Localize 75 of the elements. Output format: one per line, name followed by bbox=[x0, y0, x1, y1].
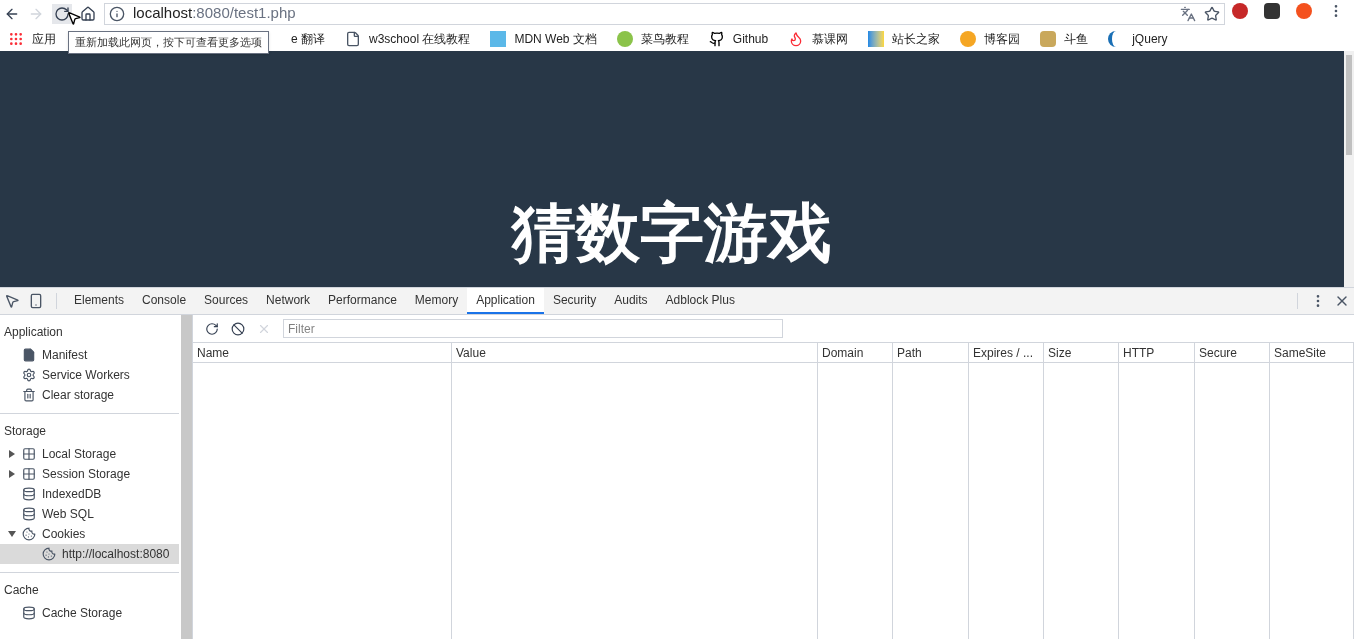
sidebar-item[interactable]: Service Workers bbox=[0, 365, 179, 385]
column-header[interactable]: HTTP bbox=[1119, 343, 1194, 363]
sidebar-item[interactable]: http://localhost:8080 bbox=[0, 544, 179, 564]
column-header[interactable]: Domain bbox=[818, 343, 892, 363]
sidebar-section-title: Storage bbox=[3, 423, 48, 440]
apps-grid-icon bbox=[8, 31, 24, 47]
bookmark-item[interactable]: 应用 bbox=[8, 30, 56, 48]
info-icon[interactable] bbox=[109, 5, 125, 22]
octocat-icon bbox=[708, 31, 725, 47]
page-icon bbox=[345, 31, 361, 47]
translate-icon[interactable] bbox=[1180, 5, 1196, 22]
sidebar-item[interactable]: Web SQL bbox=[0, 504, 179, 524]
collapsed-arrow-icon[interactable] bbox=[9, 470, 15, 478]
column-header[interactable]: Value bbox=[452, 343, 817, 363]
database-icon bbox=[22, 487, 36, 501]
sidebar-section-title: Cache bbox=[3, 582, 40, 599]
devtools-tab[interactable]: Network bbox=[257, 288, 320, 314]
trash-icon bbox=[22, 388, 36, 402]
bookmark-item[interactable]: jQuery bbox=[1108, 30, 1168, 48]
column-header[interactable]: Secure bbox=[1195, 343, 1269, 363]
page-heading: 猜数字游戏 bbox=[512, 201, 832, 265]
round-logo-icon bbox=[616, 31, 633, 47]
grid-icon bbox=[22, 447, 36, 461]
sidebar-item[interactable]: Cookies bbox=[0, 524, 179, 544]
sidebar-item[interactable]: Cache Storage bbox=[0, 603, 179, 623]
cookie-icon bbox=[42, 547, 56, 561]
devtools-tab[interactable]: Audits bbox=[605, 288, 657, 314]
devtools-tab[interactable]: Elements bbox=[65, 288, 134, 314]
filter-field[interactable]: Filter bbox=[283, 319, 783, 338]
clear-icon[interactable] bbox=[231, 321, 245, 336]
refresh-icon[interactable] bbox=[205, 321, 219, 336]
devtools-tab[interactable]: Memory bbox=[405, 288, 468, 314]
grid-icon bbox=[22, 467, 36, 481]
round-logo-icon bbox=[960, 31, 977, 47]
database-icon bbox=[22, 507, 36, 521]
bookmark-item[interactable]: 菜鸟教程 bbox=[616, 30, 689, 48]
bookmark-item[interactable]: e 翻译 bbox=[291, 30, 325, 48]
devtools-tab[interactable]: Sources bbox=[195, 288, 258, 314]
file-icon bbox=[22, 348, 36, 362]
collapsed-arrow-icon[interactable] bbox=[9, 450, 15, 458]
bookmark-item[interactable]: MDN Web 文档 bbox=[490, 30, 597, 48]
star-icon[interactable] bbox=[1204, 5, 1220, 22]
bookmark-item[interactable]: Github bbox=[708, 30, 769, 48]
devtools-tab[interactable]: Performance bbox=[319, 288, 406, 314]
sidebar-item[interactable]: Clear storage bbox=[0, 385, 179, 405]
bookmark-item[interactable]: w3school 在线教程 bbox=[345, 30, 471, 48]
column-header[interactable]: Expires / ... bbox=[969, 343, 1043, 363]
bookmark-item[interactable]: 博客园 bbox=[960, 30, 1021, 48]
devtools-tab[interactable]: Adblock Plus bbox=[656, 288, 744, 314]
settings-icon bbox=[22, 368, 36, 382]
sidebar-section-title: Application bbox=[3, 324, 64, 341]
square-logo-icon bbox=[868, 31, 885, 47]
tooltip: 重新加载此网页，按下可查看更多选项 bbox=[68, 31, 269, 54]
column-header[interactable]: Name bbox=[193, 343, 451, 363]
devtools-tab[interactable]: Security bbox=[543, 288, 606, 314]
sidebar-item[interactable]: Local Storage bbox=[0, 444, 179, 464]
devtools-tab[interactable]: Console bbox=[133, 288, 196, 314]
expanded-arrow-icon[interactable] bbox=[8, 531, 16, 537]
bookmark-item[interactable]: 慕课网 bbox=[788, 30, 849, 48]
extension-icon[interactable] bbox=[1264, 3, 1280, 19]
column-header[interactable]: Path bbox=[893, 343, 968, 363]
device-icon[interactable] bbox=[28, 293, 44, 309]
column-header[interactable]: SameSite bbox=[1270, 343, 1353, 363]
devtools-tab[interactable]: Application bbox=[467, 288, 544, 314]
sidebar-item[interactable]: IndexedDB bbox=[0, 484, 179, 504]
bookmark-item[interactable]: 斗鱼 bbox=[1040, 30, 1089, 48]
sidebar-item[interactable]: Session Storage bbox=[0, 464, 179, 484]
home-icon[interactable] bbox=[80, 5, 96, 22]
sidebar-item[interactable]: Manifest bbox=[0, 345, 179, 365]
address-bar[interactable]: localhost:8080/test1.php bbox=[104, 2, 1225, 25]
cookie-icon bbox=[22, 527, 36, 541]
database-icon bbox=[22, 606, 36, 620]
inspect-icon[interactable] bbox=[4, 293, 20, 309]
column-header[interactable]: Size bbox=[1044, 343, 1118, 363]
bookmark-item[interactable]: 站长之家 bbox=[868, 30, 941, 48]
